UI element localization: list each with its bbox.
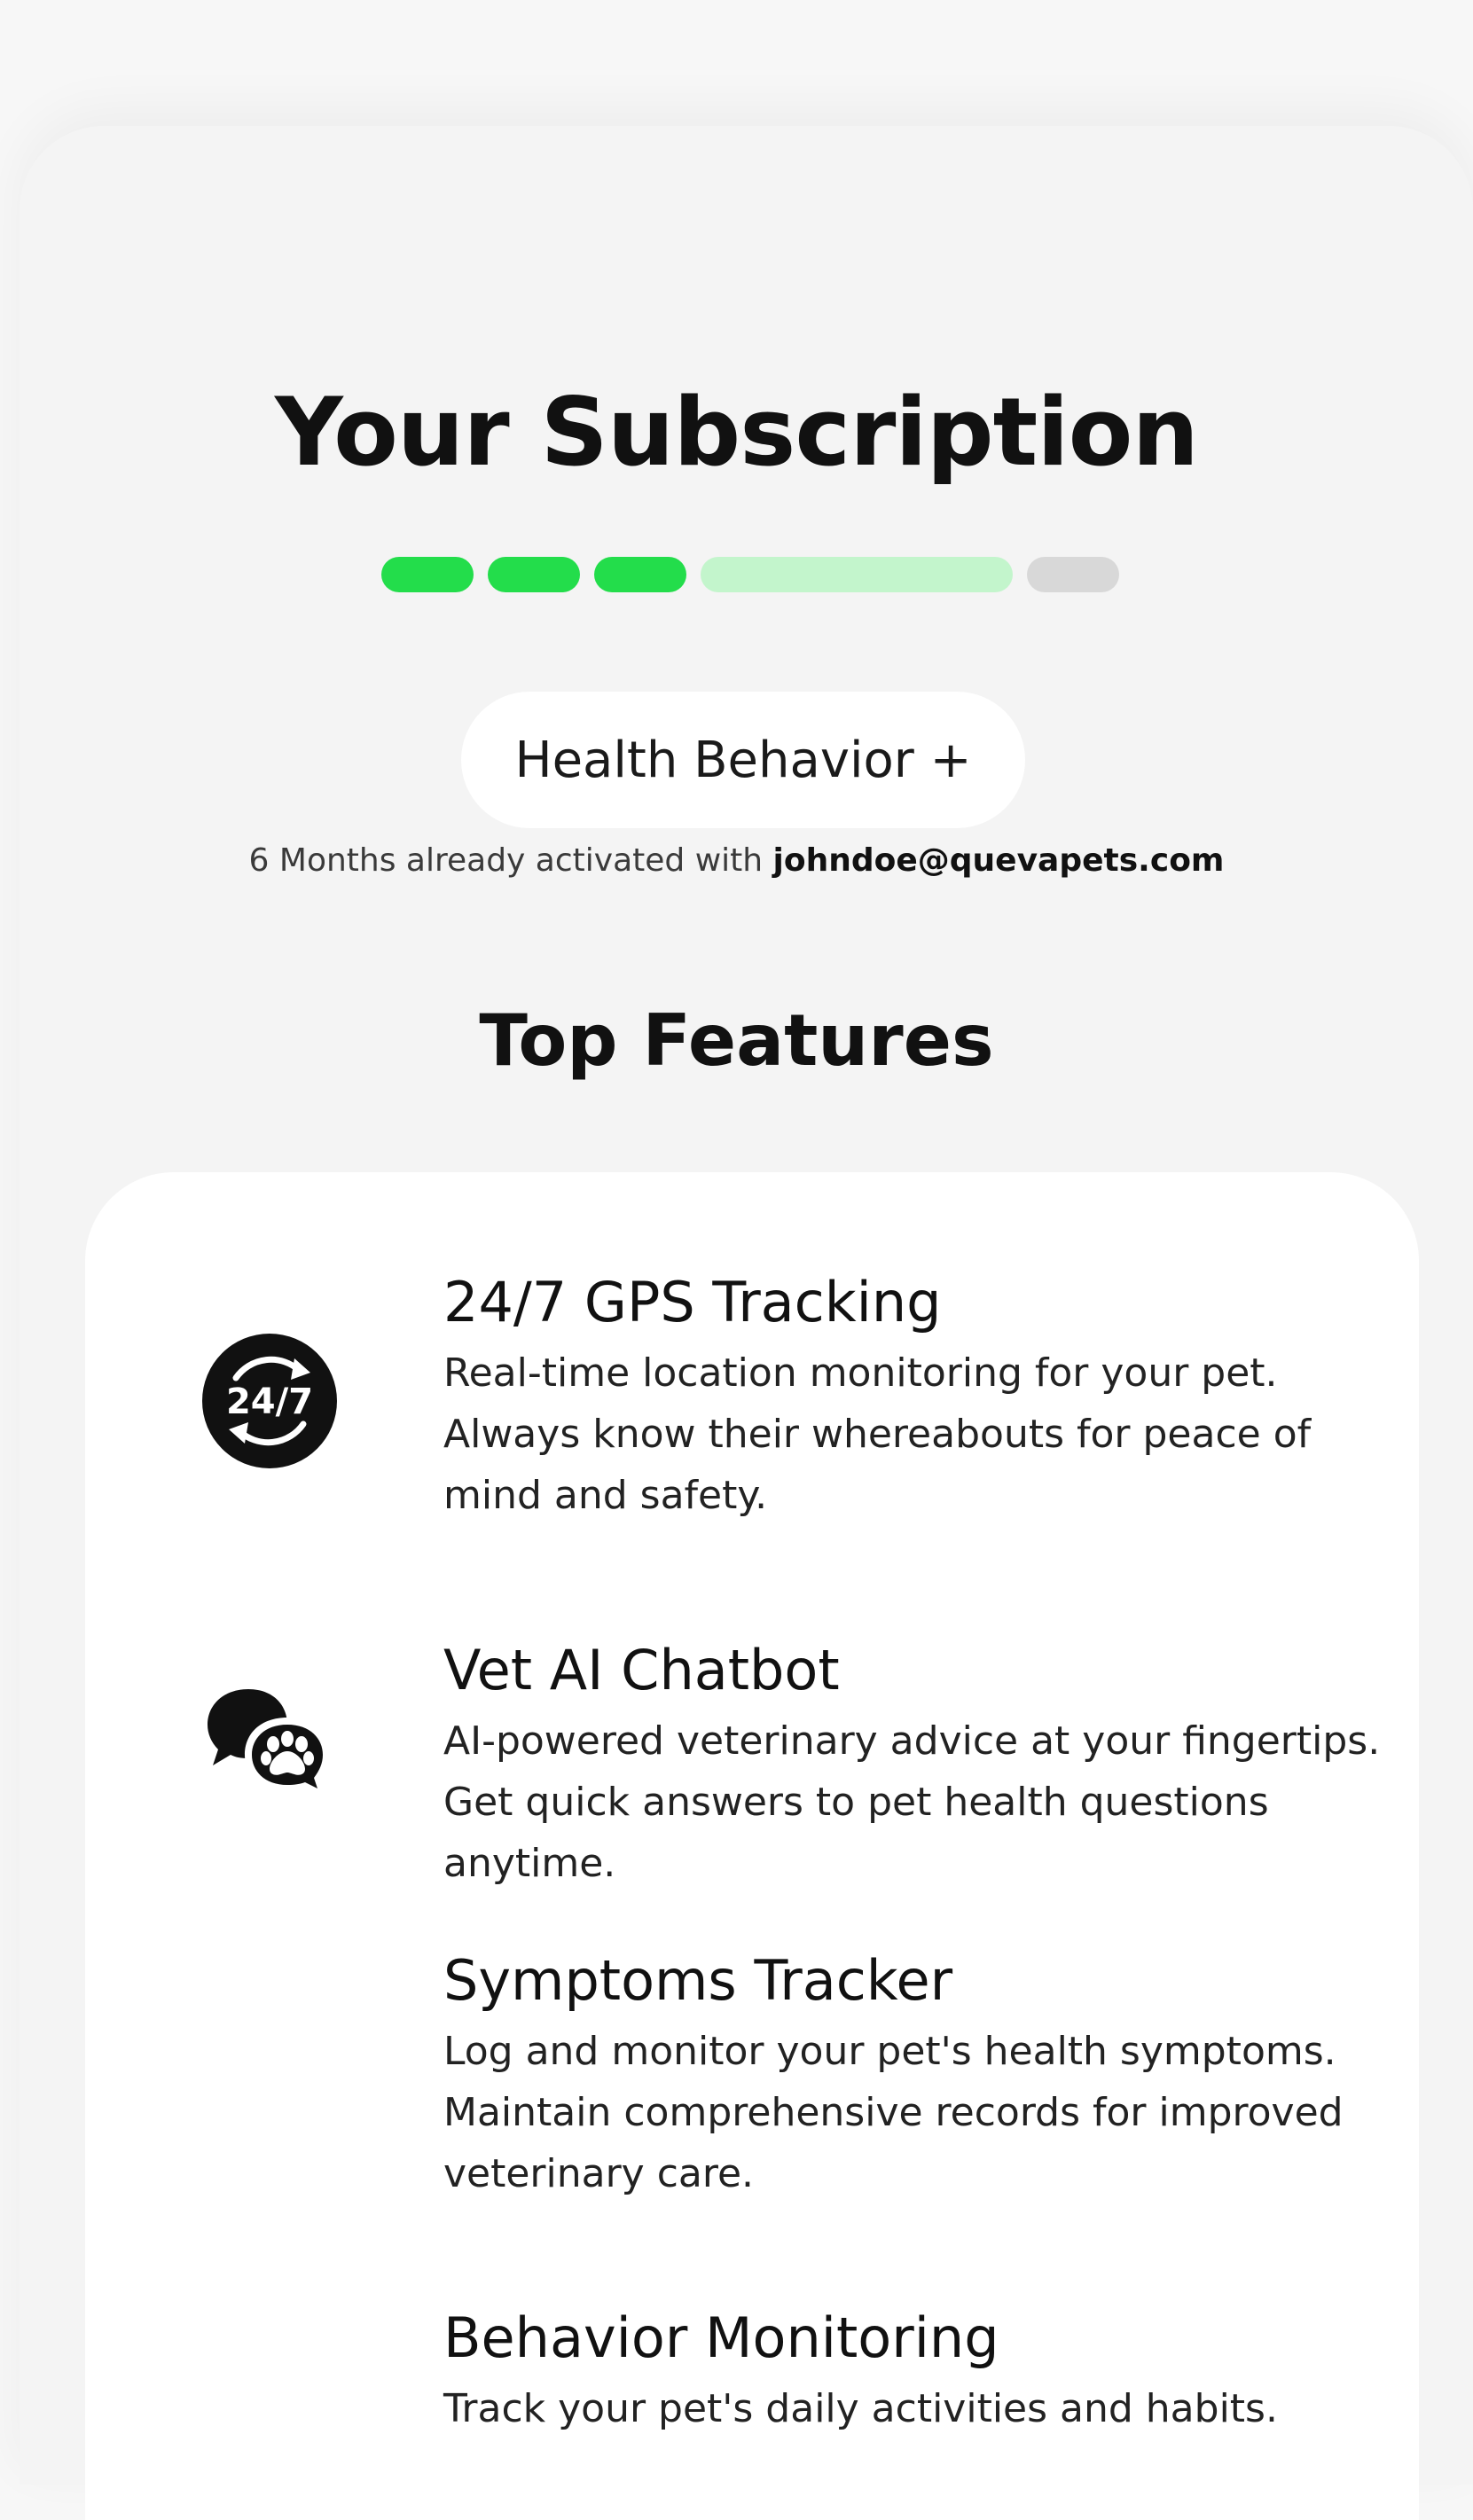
- feature-description: Track your pet's daily activities and ha…: [443, 2386, 1278, 2432]
- progress-step-3: [594, 557, 686, 592]
- feature-gps-tracking: 24/7 GPS Tracking Real-time location mon…: [443, 1270, 1419, 1526]
- progress-step-4: [701, 557, 1013, 592]
- feature-description: Log and monitor your pet's health sympto…: [443, 2029, 1344, 2197]
- feature-title: Vet AI Chatbot: [443, 1638, 840, 1702]
- progress-step-2: [488, 557, 580, 592]
- feature-title: 24/7 GPS Tracking: [443, 1270, 942, 1334]
- activation-email: johndoe@quevapets.com: [772, 842, 1225, 879]
- feature-vet-ai-chatbot: Vet AI Chatbot AI-powered veterinary adv…: [443, 1638, 1419, 1894]
- feature-description: AI-powered veterinary advice at your fin…: [443, 1718, 1381, 1887]
- 24-7-icon-text: 24/7: [226, 1381, 313, 1422]
- features-card: 24/7 24/7 GPS Tracking Real-time locatio…: [85, 1172, 1419, 2520]
- progress-step-5: [1027, 557, 1119, 592]
- feature-description: Real-time location monitoring for your p…: [443, 1350, 1312, 1519]
- activation-info: 6 Months already activated with johndoe@…: [0, 842, 1473, 879]
- page-title: Your Subscription: [275, 378, 1199, 487]
- activation-text: 6 Months already activated with: [248, 842, 773, 879]
- subscription-progress: [381, 557, 1119, 592]
- progress-step-1: [381, 557, 474, 592]
- plan-selector-button[interactable]: Health Behavior +: [461, 692, 1025, 828]
- 24-7-icon: 24/7: [200, 1332, 339, 1470]
- feature-symptoms-tracker: Symptoms Tracker Log and monitor your pe…: [443, 1948, 1419, 2204]
- features-heading: Top Features: [479, 999, 994, 1082]
- feature-title: Symptoms Tracker: [443, 1948, 953, 2013]
- plan-label: Health Behavior +: [514, 731, 972, 789]
- chat-paw-icon: [202, 1682, 335, 1806]
- feature-title: Behavior Monitoring: [443, 2305, 999, 2370]
- feature-behavior-monitoring: Behavior Monitoring Track your pet's dai…: [443, 2305, 1419, 2439]
